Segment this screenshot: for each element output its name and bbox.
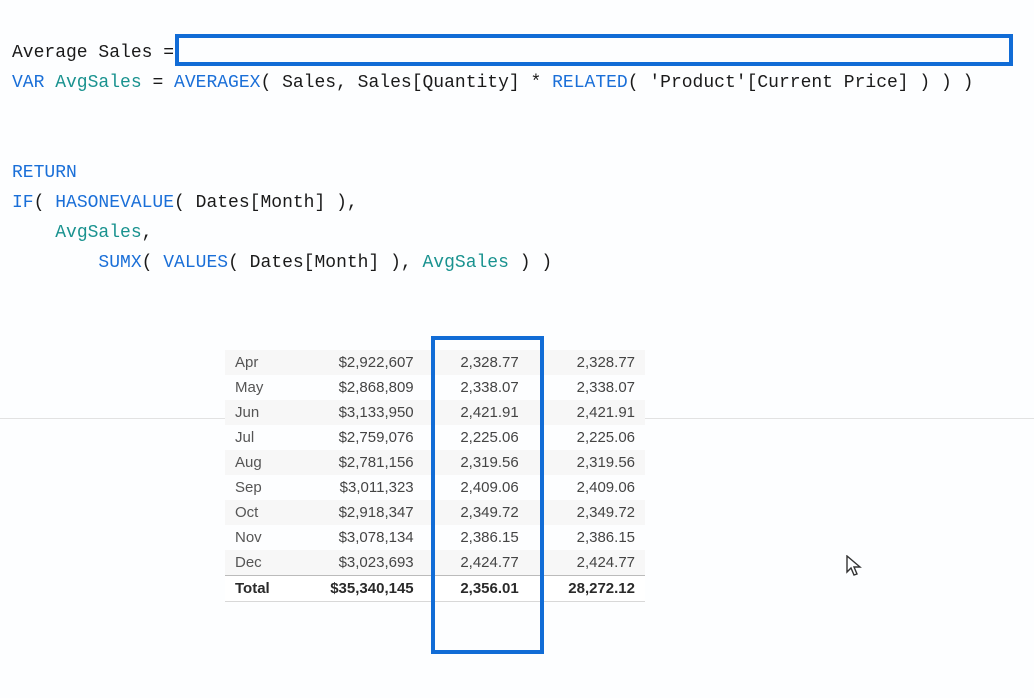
cell-c1: 2,386.15	[424, 525, 529, 550]
cell-c2: 2,421.91	[529, 400, 645, 425]
cell-sales: $3,133,950	[285, 400, 424, 425]
cell-c1: 2,409.06	[424, 475, 529, 500]
cell-c1: 2,225.06	[424, 425, 529, 450]
table-row[interactable]: Jun$3,133,9502,421.912,421.91	[225, 400, 645, 425]
values-fn: VALUES	[163, 253, 228, 273]
cell-sales: $3,011,323	[285, 475, 424, 500]
cell-m: Jun	[225, 400, 285, 425]
cell-c1: 2,421.91	[424, 400, 529, 425]
cell-m: Dec	[225, 550, 285, 576]
total-c2: 28,272.12	[529, 576, 645, 602]
total-m: Total	[225, 576, 285, 602]
table-row[interactable]: Jul$2,759,0762,225.062,225.06	[225, 425, 645, 450]
cell-c2: 2,424.77	[529, 550, 645, 576]
cell-sales: $3,078,134	[285, 525, 424, 550]
cell-m: Sep	[225, 475, 285, 500]
var-name: AvgSales	[44, 73, 152, 93]
cell-c1: 2,338.07	[424, 375, 529, 400]
cell-sales: $2,759,076	[285, 425, 424, 450]
cell-c1: 2,328.77	[424, 350, 529, 375]
cell-c1: 2,424.77	[424, 550, 529, 576]
cell-m: Nov	[225, 525, 285, 550]
averagex-fn: AVERAGEX	[174, 73, 260, 93]
table-row[interactable]: Sep$3,011,3232,409.062,409.06	[225, 475, 645, 500]
return-kw: RETURN	[12, 163, 77, 183]
cell-sales: $2,868,809	[285, 375, 424, 400]
avgsales-ref2: AvgSales	[423, 253, 509, 273]
cell-c2: 2,409.06	[529, 475, 645, 500]
highlight-formula	[175, 34, 1013, 66]
var-kw: VAR	[12, 73, 44, 93]
line1: Average Sales =	[12, 43, 174, 63]
table-row[interactable]: Nov$3,078,1342,386.152,386.15	[225, 525, 645, 550]
cell-sales: $3,023,693	[285, 550, 424, 576]
cell-c2: 2,338.07	[529, 375, 645, 400]
hasonevalue-fn: HASONEVALUE	[55, 193, 174, 213]
table-row[interactable]: May$2,868,8092,338.072,338.07	[225, 375, 645, 400]
cell-c2: 2,349.72	[529, 500, 645, 525]
cell-c2: 2,319.56	[529, 450, 645, 475]
cell-c1: 2,349.72	[424, 500, 529, 525]
if-fn: IF	[12, 193, 34, 213]
cell-m: May	[225, 375, 285, 400]
table-row[interactable]: Apr$2,922,6072,328.772,328.77	[225, 350, 645, 375]
total-sales: $35,340,145	[285, 576, 424, 602]
cell-c2: 2,225.06	[529, 425, 645, 450]
avgsales-ref1: AvgSales	[55, 223, 141, 243]
cell-sales: $2,918,347	[285, 500, 424, 525]
cell-m: Jul	[225, 425, 285, 450]
cell-m: Apr	[225, 350, 285, 375]
cell-c1: 2,319.56	[424, 450, 529, 475]
table-row[interactable]: Aug$2,781,1562,319.562,319.56	[225, 450, 645, 475]
result-table[interactable]: Apr$2,922,6072,328.772,328.77May$2,868,8…	[225, 350, 645, 602]
cursor-icon	[846, 555, 864, 584]
cell-c2: 2,328.77	[529, 350, 645, 375]
cell-sales: $2,781,156	[285, 450, 424, 475]
total-c1: 2,356.01	[424, 576, 529, 602]
cell-m: Oct	[225, 500, 285, 525]
table-row[interactable]: Oct$2,918,3472,349.722,349.72	[225, 500, 645, 525]
table-row[interactable]: Dec$3,023,6932,424.772,424.77	[225, 550, 645, 576]
cell-m: Aug	[225, 450, 285, 475]
cell-sales: $2,922,607	[285, 350, 424, 375]
related-fn: RELATED	[552, 73, 628, 93]
sumx-fn: SUMX	[98, 253, 141, 273]
cell-c2: 2,386.15	[529, 525, 645, 550]
table-total-row[interactable]: Total$35,340,1452,356.0128,272.12	[225, 576, 645, 602]
